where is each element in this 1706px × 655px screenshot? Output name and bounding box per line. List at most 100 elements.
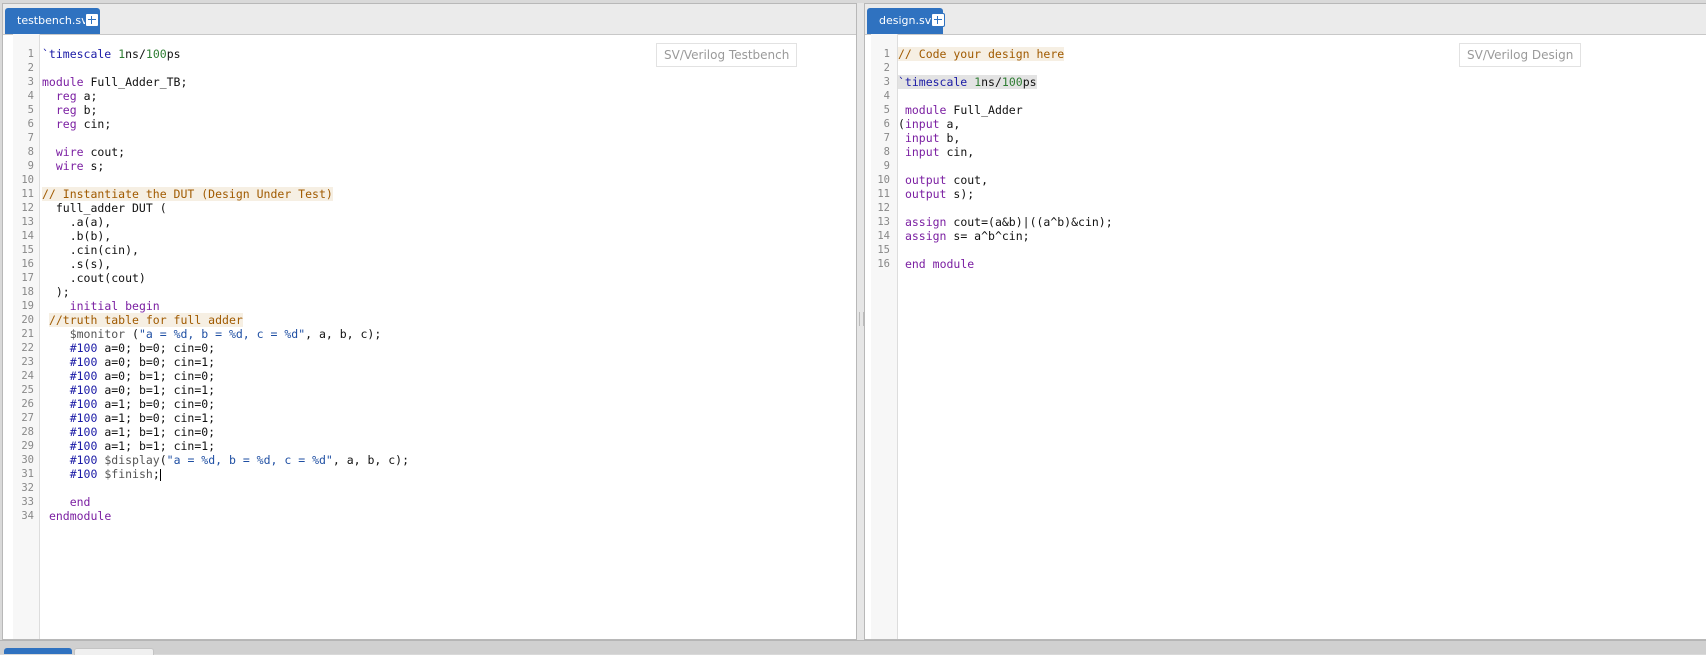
code-line[interactable]: 32 — [13, 481, 856, 495]
code-line[interactable]: 21 $monitor ("a = %d, b = %d, c = %d", a… — [13, 327, 856, 341]
code-line-text: #100 a=0; b=0; cin=1; — [69, 355, 216, 369]
code-line[interactable]: 31 #100 $finish; — [13, 467, 856, 481]
line-number: 28 — [21, 426, 34, 438]
add-file-icon[interactable] — [85, 13, 99, 27]
code-line-text: endmodule — [48, 509, 112, 523]
code-line-text: // Instantiate the DUT (Design Under Tes… — [42, 187, 333, 201]
add-file-icon[interactable] — [931, 13, 945, 27]
bottom-tab[interactable] — [74, 648, 154, 655]
line-number: 6 — [883, 118, 890, 130]
code-line-text: input cin, — [904, 145, 975, 159]
line-number: 9 — [883, 160, 890, 172]
bottom-tab-active[interactable] — [4, 648, 72, 654]
code-line-text: assign cout=(a&b)|((a^b)&cin); — [904, 215, 1113, 229]
code-line[interactable]: 6 reg cin; — [13, 117, 856, 131]
code-line[interactable]: 2 — [13, 61, 856, 75]
code-line[interactable]: 4 reg a; — [13, 89, 856, 103]
code-line[interactable]: 20 //truth table for full adder — [13, 313, 856, 327]
code-line[interactable]: 24 #100 a=0; b=1; cin=0; — [13, 369, 856, 383]
testbench-editor-pane: testbench.sv SV/Verilog Testbench 1 `time… — [2, 3, 857, 640]
line-number: 31 — [21, 468, 34, 480]
code-line[interactable]: 34 endmodule — [13, 509, 856, 523]
code-line[interactable]: 33 end — [13, 495, 856, 509]
line-number: 8 — [883, 146, 890, 158]
code-line[interactable]: 2 — [871, 61, 1706, 75]
code-line[interactable]: 3 module Full_Adder_TB; — [13, 75, 856, 89]
code-line[interactable]: 25 #100 a=0; b=1; cin=1; — [13, 383, 856, 397]
code-line[interactable]: 11 // Instantiate the DUT (Design Under T… — [13, 187, 856, 201]
code-line-text: #100 $finish; — [69, 467, 161, 481]
line-number: 4 — [883, 90, 890, 102]
code-line[interactable]: 22 #100 a=0; b=0; cin=0; — [13, 341, 856, 355]
code-line[interactable]: 12 — [871, 201, 1706, 215]
line-number: 5 — [27, 104, 34, 116]
code-line-text: output s); — [904, 187, 975, 201]
line-number: 8 — [27, 146, 34, 158]
code-line[interactable]: 11 output s); — [871, 187, 1706, 201]
code-line[interactable]: 30 #100 $display("a = %d, b = %d, c = %d… — [13, 453, 856, 467]
code-line[interactable]: 8 input cin, — [871, 145, 1706, 159]
code-line[interactable]: 15 — [871, 243, 1706, 257]
line-number: 16 — [877, 258, 890, 270]
code-line[interactable]: 28 #100 a=1; b=1; cin=0; — [13, 425, 856, 439]
code-line-text: (input a, — [898, 117, 961, 131]
code-line[interactable]: 14 assign s= a^b^cin; — [871, 229, 1706, 243]
code-line[interactable]: 14 .b(b), — [13, 229, 856, 243]
code-line[interactable]: 5 reg b; — [13, 103, 856, 117]
code-line[interactable]: 6 (input a, — [871, 117, 1706, 131]
code-line[interactable]: 5 module Full_Adder — [871, 103, 1706, 117]
code-line[interactable]: 8 wire cout; — [13, 145, 856, 159]
code-line-text: // Code your design here — [898, 47, 1065, 61]
line-number: 7 — [27, 132, 34, 144]
design-code-editor[interactable]: 1 // Code your design here 2 3 `timescale 1n… — [871, 47, 1706, 271]
line-number: 14 — [877, 230, 890, 242]
code-line[interactable]: 19 initial begin — [13, 299, 856, 313]
line-number: 13 — [21, 216, 34, 228]
code-line[interactable]: 23 #100 a=0; b=0; cin=1; — [13, 355, 856, 369]
text-cursor — [159, 468, 161, 481]
line-number: 1 — [883, 48, 890, 60]
code-line[interactable]: 17 .cout(cout) — [13, 271, 856, 285]
code-line[interactable]: 18 ); — [13, 285, 856, 299]
code-line[interactable]: 9 — [871, 159, 1706, 173]
code-line[interactable]: 16 .s(s), — [13, 257, 856, 271]
code-line-text: initial begin — [69, 299, 160, 313]
line-number: 19 — [21, 300, 34, 312]
line-number: 15 — [877, 244, 890, 256]
code-line[interactable]: 27 #100 a=1; b=0; cin=1; — [13, 411, 856, 425]
line-number: 24 — [21, 370, 34, 382]
code-line[interactable]: 1 // Code your design here — [871, 47, 1706, 61]
code-line[interactable]: 3 `timescale 1ns/100ps — [871, 75, 1706, 89]
code-line-text: .cout(cout) — [42, 271, 146, 285]
code-line[interactable]: 26 #100 a=1; b=0; cin=0; — [13, 397, 856, 411]
code-line-text: .b(b), — [42, 229, 112, 243]
code-line[interactable]: 7 input b, — [871, 131, 1706, 145]
code-line[interactable]: 4 — [871, 89, 1706, 103]
code-line-text: #100 a=1; b=0; cin=0; — [69, 397, 216, 411]
testbench-code-editor[interactable]: 1 `timescale 1ns/100ps 2 3 module Full_Adder… — [13, 47, 856, 523]
line-number: 3 — [883, 76, 890, 88]
line-number: 10 — [21, 174, 34, 186]
line-number: 25 — [21, 384, 34, 396]
code-line-text: #100 a=0; b=1; cin=0; — [69, 369, 216, 383]
code-line[interactable]: 10 — [13, 173, 856, 187]
code-line[interactable]: 15 .cin(cin), — [13, 243, 856, 257]
code-line[interactable]: 9 wire s; — [13, 159, 856, 173]
code-line-text: .s(s), — [42, 257, 112, 271]
code-line[interactable]: 13 assign cout=(a&b)|((a^b)&cin); — [871, 215, 1706, 229]
code-line-text: .a(a), — [42, 215, 112, 229]
line-number: 5 — [883, 104, 890, 116]
code-line[interactable]: 16 end module — [871, 257, 1706, 271]
code-line-text: .cin(cin), — [42, 243, 139, 257]
code-line[interactable]: 10 output cout, — [871, 173, 1706, 187]
code-line[interactable]: 1 `timescale 1ns/100ps — [13, 47, 856, 61]
code-line[interactable]: 13 .a(a), — [13, 215, 856, 229]
code-line[interactable]: 29 #100 a=1; b=1; cin=1; — [13, 439, 856, 453]
code-line-text: #100 a=0; b=1; cin=1; — [69, 383, 216, 397]
line-number: 6 — [27, 118, 34, 130]
line-number: 33 — [21, 496, 34, 508]
design-tab-bar: design.sv — [865, 4, 1706, 35]
code-line[interactable]: 12 full_adder DUT ( — [13, 201, 856, 215]
code-line-text: wire s; — [55, 159, 105, 173]
code-line[interactable]: 7 — [13, 131, 856, 145]
